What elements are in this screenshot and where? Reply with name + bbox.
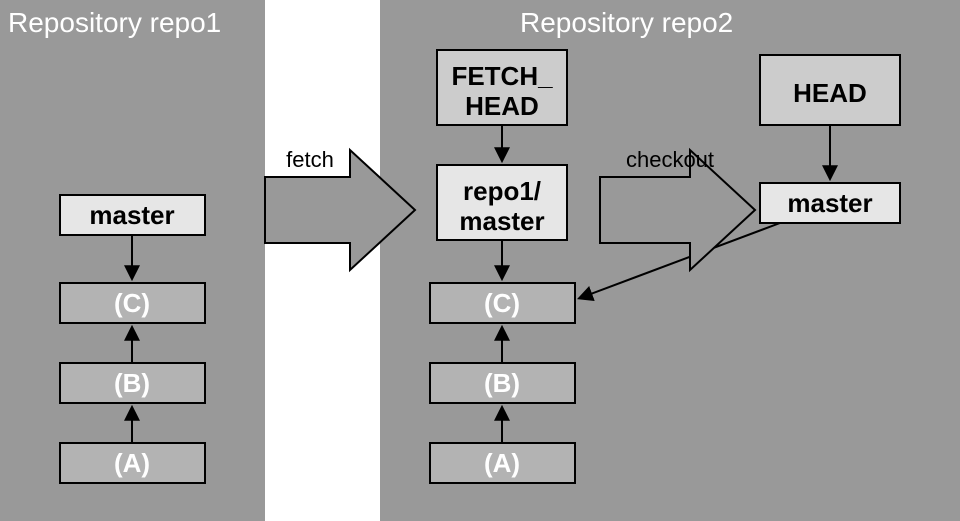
repo2-commit-c-label: (C) (484, 288, 520, 318)
remote-branch-label-2: master (459, 206, 544, 236)
repo1-title: Repository repo1 (8, 7, 221, 38)
repo2-master-label: master (787, 188, 872, 218)
repo1-commit-c-label: (C) (114, 288, 150, 318)
fetch-head-label-1: FETCH_ (451, 61, 553, 91)
repo1-master-label: master (89, 200, 174, 230)
repo1-commit-b-label: (B) (114, 368, 150, 398)
fetch-label: fetch (286, 147, 334, 172)
head-label: HEAD (793, 78, 867, 108)
remote-branch-label-1: repo1/ (463, 176, 541, 206)
checkout-label: checkout (626, 147, 714, 172)
fetch-head-label-2: HEAD (465, 91, 539, 121)
diagram-root: Repository repo1 master (C) (B) (A) Repo… (0, 0, 960, 521)
repo1-commit-a-label: (A) (114, 448, 150, 478)
repo2-title: Repository repo2 (520, 7, 733, 38)
repo2-commit-b-label: (B) (484, 368, 520, 398)
repo2-commit-a-label: (A) (484, 448, 520, 478)
